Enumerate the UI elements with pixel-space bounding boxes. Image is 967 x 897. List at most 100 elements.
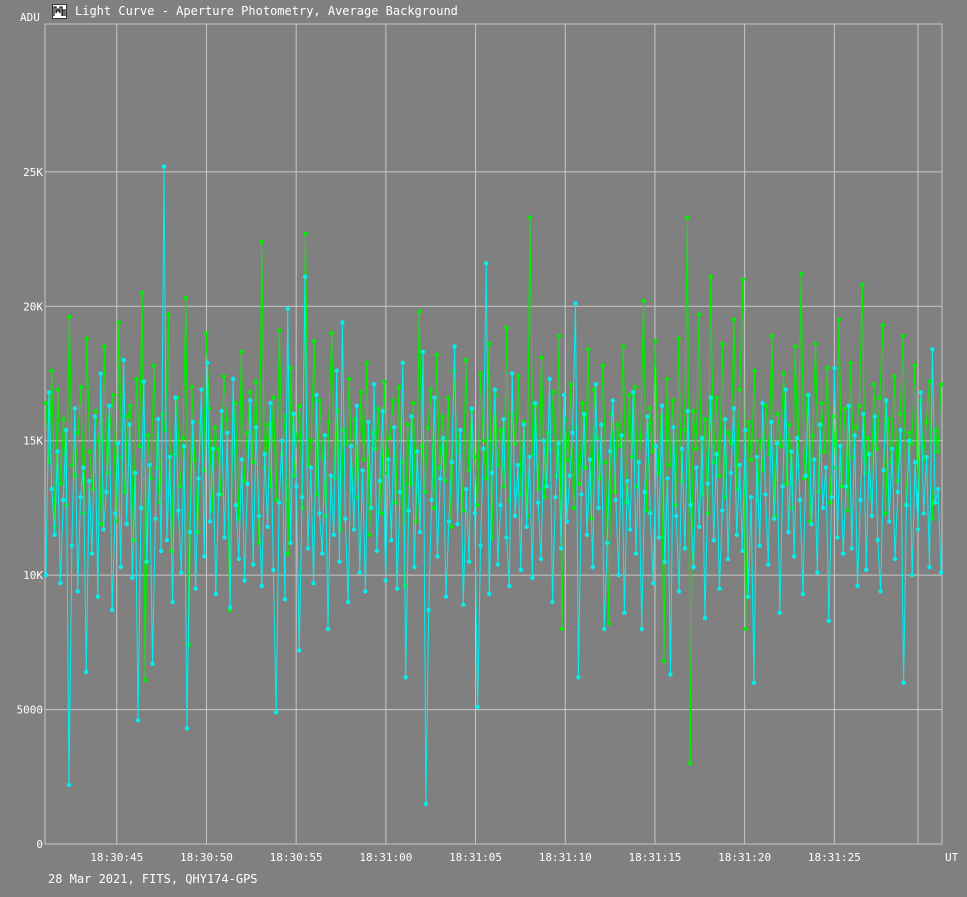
data-point <box>781 371 786 376</box>
data-point <box>613 497 618 503</box>
data-point <box>135 718 141 723</box>
x-tick-label: 18:31:00 <box>359 851 412 864</box>
data-point <box>726 430 731 435</box>
data-point <box>312 339 317 344</box>
data-point <box>432 395 437 400</box>
data-point <box>579 492 584 497</box>
data-point <box>137 443 142 449</box>
data-point <box>723 417 728 422</box>
series-green <box>43 215 944 766</box>
data-point <box>92 414 98 419</box>
data-point <box>880 322 885 328</box>
data-point <box>556 333 562 339</box>
data-point <box>551 390 556 395</box>
data-point <box>253 379 259 384</box>
data-point <box>440 435 446 441</box>
data-point <box>239 349 244 355</box>
data-point <box>682 546 688 551</box>
data-point <box>314 392 319 398</box>
data-point <box>405 422 410 427</box>
data-point <box>334 368 339 373</box>
data-point <box>300 505 305 511</box>
data-point <box>778 443 783 449</box>
data-point <box>740 277 745 282</box>
data-point <box>559 626 565 632</box>
data-point <box>374 548 380 554</box>
data-point <box>464 486 469 492</box>
data-point <box>904 503 909 508</box>
data-point <box>838 443 843 449</box>
data-point <box>524 524 529 529</box>
data-point <box>648 511 653 516</box>
data-point <box>43 400 49 406</box>
data-point <box>668 672 673 677</box>
data-point <box>75 430 81 435</box>
data-point <box>544 484 549 489</box>
data-point <box>633 551 639 556</box>
data-point <box>265 422 270 427</box>
data-point <box>81 465 86 470</box>
data-point <box>487 591 492 597</box>
data-point <box>883 511 888 516</box>
data-point <box>907 438 912 443</box>
data-point <box>199 387 204 392</box>
data-point <box>717 586 722 591</box>
data-point <box>363 589 368 594</box>
data-point <box>571 505 576 511</box>
data-point <box>786 529 791 535</box>
data-point <box>507 497 512 503</box>
data-point <box>693 446 699 451</box>
data-point <box>774 441 780 446</box>
data-point <box>535 500 541 505</box>
data-point <box>440 414 445 419</box>
data-point <box>852 433 857 438</box>
data-point <box>769 419 774 425</box>
data-point <box>210 446 216 451</box>
data-point <box>751 680 757 685</box>
data-point <box>161 164 167 169</box>
data-point <box>230 376 236 382</box>
data-point <box>843 484 849 489</box>
data-point <box>297 648 302 653</box>
data-point <box>580 400 585 406</box>
data-point <box>156 417 161 422</box>
data-point <box>658 414 664 419</box>
data-point <box>189 384 194 390</box>
data-point <box>84 669 89 675</box>
data-point <box>429 497 434 503</box>
data-point <box>428 387 433 392</box>
data-point <box>305 546 311 551</box>
data-point <box>676 589 682 594</box>
data-point <box>176 508 181 513</box>
data-point <box>568 382 573 387</box>
data-point <box>895 489 900 494</box>
data-point <box>271 395 276 400</box>
data-point <box>119 454 125 460</box>
data-point <box>854 425 859 430</box>
data-point <box>912 460 918 465</box>
data-point <box>803 473 808 478</box>
data-point <box>376 406 381 411</box>
data-point <box>636 460 641 465</box>
data-point <box>930 347 935 352</box>
data-point <box>177 484 183 489</box>
data-point <box>78 384 84 390</box>
data-point <box>251 562 256 567</box>
data-point <box>167 454 172 460</box>
data-point <box>446 395 451 400</box>
data-point <box>865 435 871 441</box>
x-axis-tick-labels: 18:30:45 18:30:50 18:30:55 18:31:00 18:31:05… <box>90 851 861 864</box>
data-point <box>425 425 431 430</box>
data-point <box>573 301 578 306</box>
data-point <box>469 406 475 411</box>
data-point <box>822 449 827 454</box>
data-point <box>406 508 411 513</box>
data-point <box>101 527 106 532</box>
data-point <box>651 581 656 586</box>
light-curve-app-icon[interactable] <box>52 4 67 19</box>
data-point <box>233 503 239 508</box>
data-point <box>915 527 921 532</box>
data-point <box>541 438 547 443</box>
data-point <box>379 511 384 516</box>
data-point <box>366 419 371 425</box>
